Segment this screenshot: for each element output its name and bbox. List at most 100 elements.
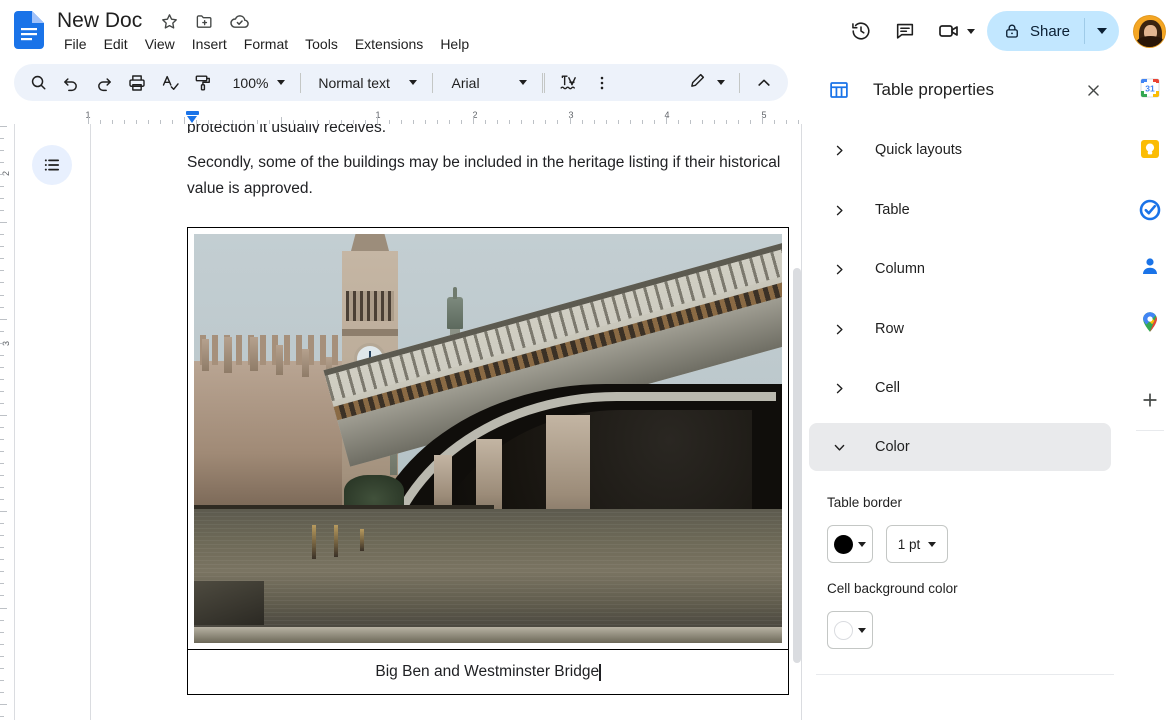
toolbar: 100% Normal text Arial bbox=[14, 64, 788, 101]
table-row-caption[interactable]: Big Ben and Westminster Bridge bbox=[188, 650, 788, 694]
search-icon[interactable] bbox=[25, 68, 52, 98]
photo-tower-belfry bbox=[346, 291, 394, 321]
ruler-tick bbox=[0, 535, 4, 537]
editing-pencil-icon bbox=[688, 70, 708, 95]
table-properties-panel: Table properties Quick layouts Table Col… bbox=[803, 62, 1125, 720]
table-border-color-button[interactable] bbox=[827, 525, 873, 563]
calendar-icon[interactable]: 31 bbox=[1134, 72, 1166, 104]
ruler-tick bbox=[0, 354, 4, 356]
big-ben-photo[interactable] bbox=[194, 234, 782, 643]
ruler-tick bbox=[0, 547, 4, 549]
share-button[interactable]: Share bbox=[986, 11, 1119, 51]
menu-format[interactable]: Format bbox=[236, 34, 296, 54]
section-row[interactable]: Row bbox=[809, 305, 1111, 353]
ruler-tick bbox=[0, 715, 4, 717]
photo-spire bbox=[202, 339, 209, 371]
section-label: Quick layouts bbox=[875, 142, 963, 158]
toolbar-divider bbox=[541, 72, 543, 93]
share-label: Share bbox=[1029, 22, 1070, 40]
menu-edit[interactable]: Edit bbox=[96, 34, 136, 54]
horizontal-ruler[interactable]: 1 1 2 3 4 5 bbox=[0, 110, 802, 124]
comment-icon[interactable] bbox=[885, 11, 925, 51]
more-vertical-icon[interactable] bbox=[588, 68, 615, 98]
tasks-icon[interactable] bbox=[1134, 194, 1166, 226]
ruler-tick bbox=[0, 487, 4, 489]
document-page[interactable]: protection it usually receives. Secondly… bbox=[14, 124, 802, 720]
document-outline-button[interactable] bbox=[32, 145, 72, 185]
vertical-ruler[interactable]: 2 3 bbox=[0, 124, 14, 720]
table-border-width-button[interactable]: 1 pt bbox=[886, 525, 948, 563]
section-color[interactable]: Color bbox=[809, 423, 1111, 471]
paragraph-clipped[interactable]: protection it usually receives. bbox=[187, 124, 787, 133]
section-quick-layouts[interactable]: Quick layouts bbox=[809, 126, 1111, 174]
move-to-folder-icon[interactable] bbox=[193, 10, 215, 32]
chevron-right-icon bbox=[829, 200, 849, 220]
cloud-saved-icon[interactable] bbox=[228, 10, 250, 32]
ruler-tick bbox=[0, 426, 4, 428]
version-history-icon[interactable] bbox=[841, 11, 881, 51]
docs-logo-icon[interactable] bbox=[14, 11, 44, 49]
close-icon[interactable] bbox=[1076, 73, 1110, 107]
ruler-tick bbox=[0, 258, 4, 260]
photo-thames-water bbox=[194, 509, 782, 629]
ruler-tick bbox=[0, 643, 4, 645]
text-cursor bbox=[599, 663, 601, 681]
paint-format-icon[interactable] bbox=[190, 68, 217, 98]
maps-icon[interactable] bbox=[1134, 306, 1166, 338]
spelling-check-icon[interactable] bbox=[157, 68, 184, 98]
cell-background-color-button[interactable] bbox=[827, 611, 873, 649]
menu-view[interactable]: View bbox=[137, 34, 183, 54]
avatar[interactable] bbox=[1133, 14, 1166, 48]
contacts-icon[interactable] bbox=[1134, 250, 1166, 282]
menu-help[interactable]: Help bbox=[432, 34, 477, 54]
meet-camera-icon[interactable] bbox=[929, 11, 969, 51]
toolbar-divider bbox=[544, 72, 546, 93]
keep-icon[interactable] bbox=[1134, 133, 1166, 165]
languagetool-icon[interactable] bbox=[555, 68, 582, 98]
share-main[interactable]: Share bbox=[987, 11, 1084, 51]
menu-extensions[interactable]: Extensions bbox=[347, 34, 431, 54]
meet-button[interactable] bbox=[929, 11, 977, 51]
document-canvas[interactable]: protection it usually receives. Secondly… bbox=[14, 124, 802, 720]
undo-icon[interactable] bbox=[58, 68, 85, 98]
ruler-tick bbox=[280, 117, 282, 124]
chevron-down-icon[interactable] bbox=[966, 28, 975, 34]
print-icon[interactable] bbox=[124, 68, 151, 98]
section-column[interactable]: Column bbox=[809, 245, 1111, 293]
ruler-tick bbox=[0, 451, 4, 452]
rail-divider bbox=[1136, 430, 1164, 431]
menu-file[interactable]: File bbox=[56, 34, 95, 54]
paragraph-body[interactable]: Secondly, some of the buildings may be i… bbox=[187, 150, 787, 202]
document-scrollbar[interactable] bbox=[793, 268, 801, 663]
photo-lamp-head bbox=[447, 297, 463, 329]
ruler-tick bbox=[0, 378, 4, 380]
document-title[interactable]: New Doc bbox=[54, 8, 145, 34]
menu-insert[interactable]: Insert bbox=[184, 34, 235, 54]
star-icon[interactable] bbox=[158, 10, 180, 32]
font-select[interactable]: Arial bbox=[440, 68, 535, 98]
ruler-tick bbox=[0, 655, 4, 657]
ruler-tick bbox=[0, 511, 7, 513]
ruler-tick bbox=[0, 607, 7, 609]
collapse-toolbar-button[interactable] bbox=[750, 68, 777, 98]
section-cell[interactable]: Cell bbox=[809, 364, 1111, 412]
table-caption-text[interactable]: Big Ben and Westminster Bridge bbox=[375, 663, 599, 681]
ruler-tick bbox=[0, 475, 4, 477]
table-row-image[interactable] bbox=[188, 228, 788, 650]
ruler-tick bbox=[0, 330, 4, 332]
section-table[interactable]: Table bbox=[809, 186, 1111, 234]
left-indent-marker[interactable] bbox=[186, 110, 199, 124]
add-ons-plus-icon[interactable] bbox=[1134, 384, 1166, 416]
redo-icon[interactable] bbox=[91, 68, 118, 98]
chevron-right-icon bbox=[829, 319, 849, 339]
chevron-down-icon bbox=[408, 80, 417, 85]
share-dropdown-button[interactable] bbox=[1085, 11, 1119, 51]
zoom-select[interactable]: 100% bbox=[224, 68, 294, 98]
editing-mode-button[interactable] bbox=[682, 68, 731, 98]
ruler-tick bbox=[0, 210, 4, 212]
ruler-tick bbox=[0, 679, 4, 681]
table[interactable]: Big Ben and Westminster Bridge bbox=[187, 227, 789, 695]
paragraph-style-select[interactable]: Normal text bbox=[308, 68, 424, 98]
table-properties-icon bbox=[827, 78, 851, 102]
menu-tools[interactable]: Tools bbox=[297, 34, 346, 54]
